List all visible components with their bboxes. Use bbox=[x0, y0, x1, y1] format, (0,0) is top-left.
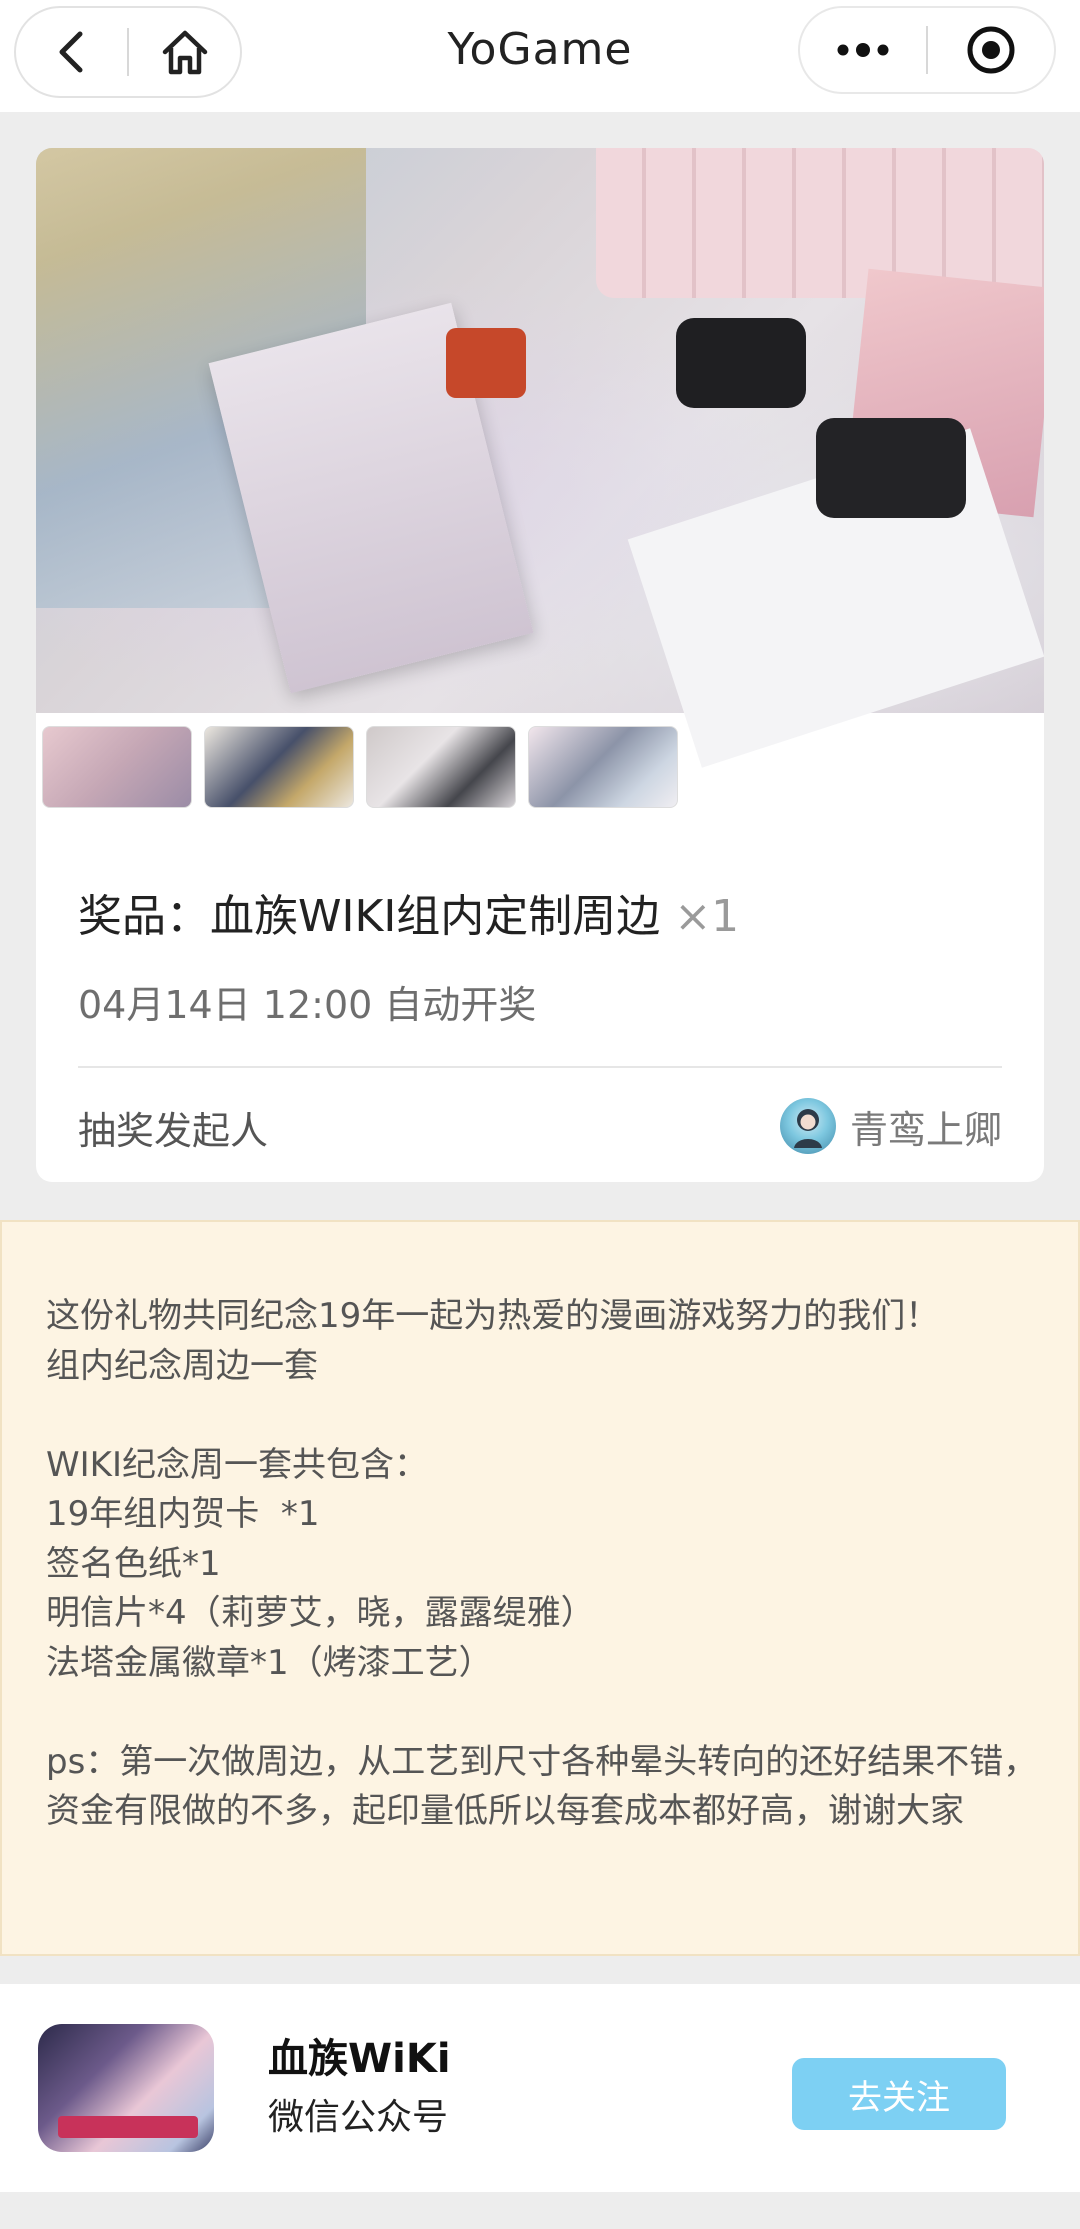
avatar bbox=[779, 1098, 836, 1154]
target-circle-icon bbox=[967, 26, 1015, 74]
prize-label: 奖品：血族WIKI组内定制周边 bbox=[78, 891, 661, 942]
photo-thumbnails bbox=[42, 726, 678, 808]
top-navbar: YoGame bbox=[0, 0, 1080, 112]
prize-description: 这份礼物共同纪念19年一起为热爱的漫画游戏努力的我们！ 组内纪念周边一套 WIK… bbox=[0, 1220, 1080, 1956]
follow-button[interactable]: 去关注 bbox=[792, 2058, 1006, 2130]
photo-case bbox=[676, 318, 806, 408]
prize-photo[interactable] bbox=[36, 148, 1044, 768]
description-text: 这份礼物共同纪念19年一起为热爱的漫画游戏努力的我们！ 组内纪念周边一套 WIK… bbox=[46, 1296, 1038, 1831]
initiator-label: 抽奖发起人 bbox=[78, 1109, 269, 1153]
official-account-card: 血族WiKi 微信公众号 去关注 bbox=[0, 1984, 1080, 2192]
initiator-name: 青鸾上卿 bbox=[849, 1107, 1002, 1152]
more-dots-icon bbox=[837, 43, 889, 57]
account-type: 微信公众号 bbox=[268, 2097, 449, 2138]
more-button[interactable] bbox=[800, 8, 926, 92]
thumbnail[interactable] bbox=[528, 726, 678, 808]
photo-badge bbox=[446, 328, 526, 398]
photo-case bbox=[816, 418, 966, 518]
account-avatar[interactable] bbox=[38, 2024, 214, 2152]
prize-quantity: ×1 bbox=[674, 891, 740, 942]
prize-card: 奖品：血族WIKI组内定制周边 ×1 04月14日 12:00 自动开奖 抽奖发起… bbox=[36, 148, 1044, 1182]
draw-time: 04月14日 12:00 自动开奖 bbox=[78, 983, 537, 1027]
close-miniprogram-button[interactable] bbox=[928, 8, 1054, 92]
photo-keyboard bbox=[596, 148, 1044, 298]
account-name: 血族WiKi bbox=[268, 2036, 451, 2082]
thumbnail[interactable] bbox=[204, 726, 354, 808]
avatar-figure-icon bbox=[793, 1109, 822, 1148]
initiator-profile[interactable]: 青鸾上卿 bbox=[779, 1098, 1002, 1154]
nav-capsule-right bbox=[798, 6, 1056, 94]
thumbnail[interactable] bbox=[366, 726, 516, 808]
divider bbox=[78, 1066, 1002, 1068]
thumbnail[interactable] bbox=[42, 726, 192, 808]
prize-title: 奖品：血族WIKI组内定制周边 ×1 bbox=[78, 880, 739, 944]
avatar-banner bbox=[58, 2116, 198, 2138]
